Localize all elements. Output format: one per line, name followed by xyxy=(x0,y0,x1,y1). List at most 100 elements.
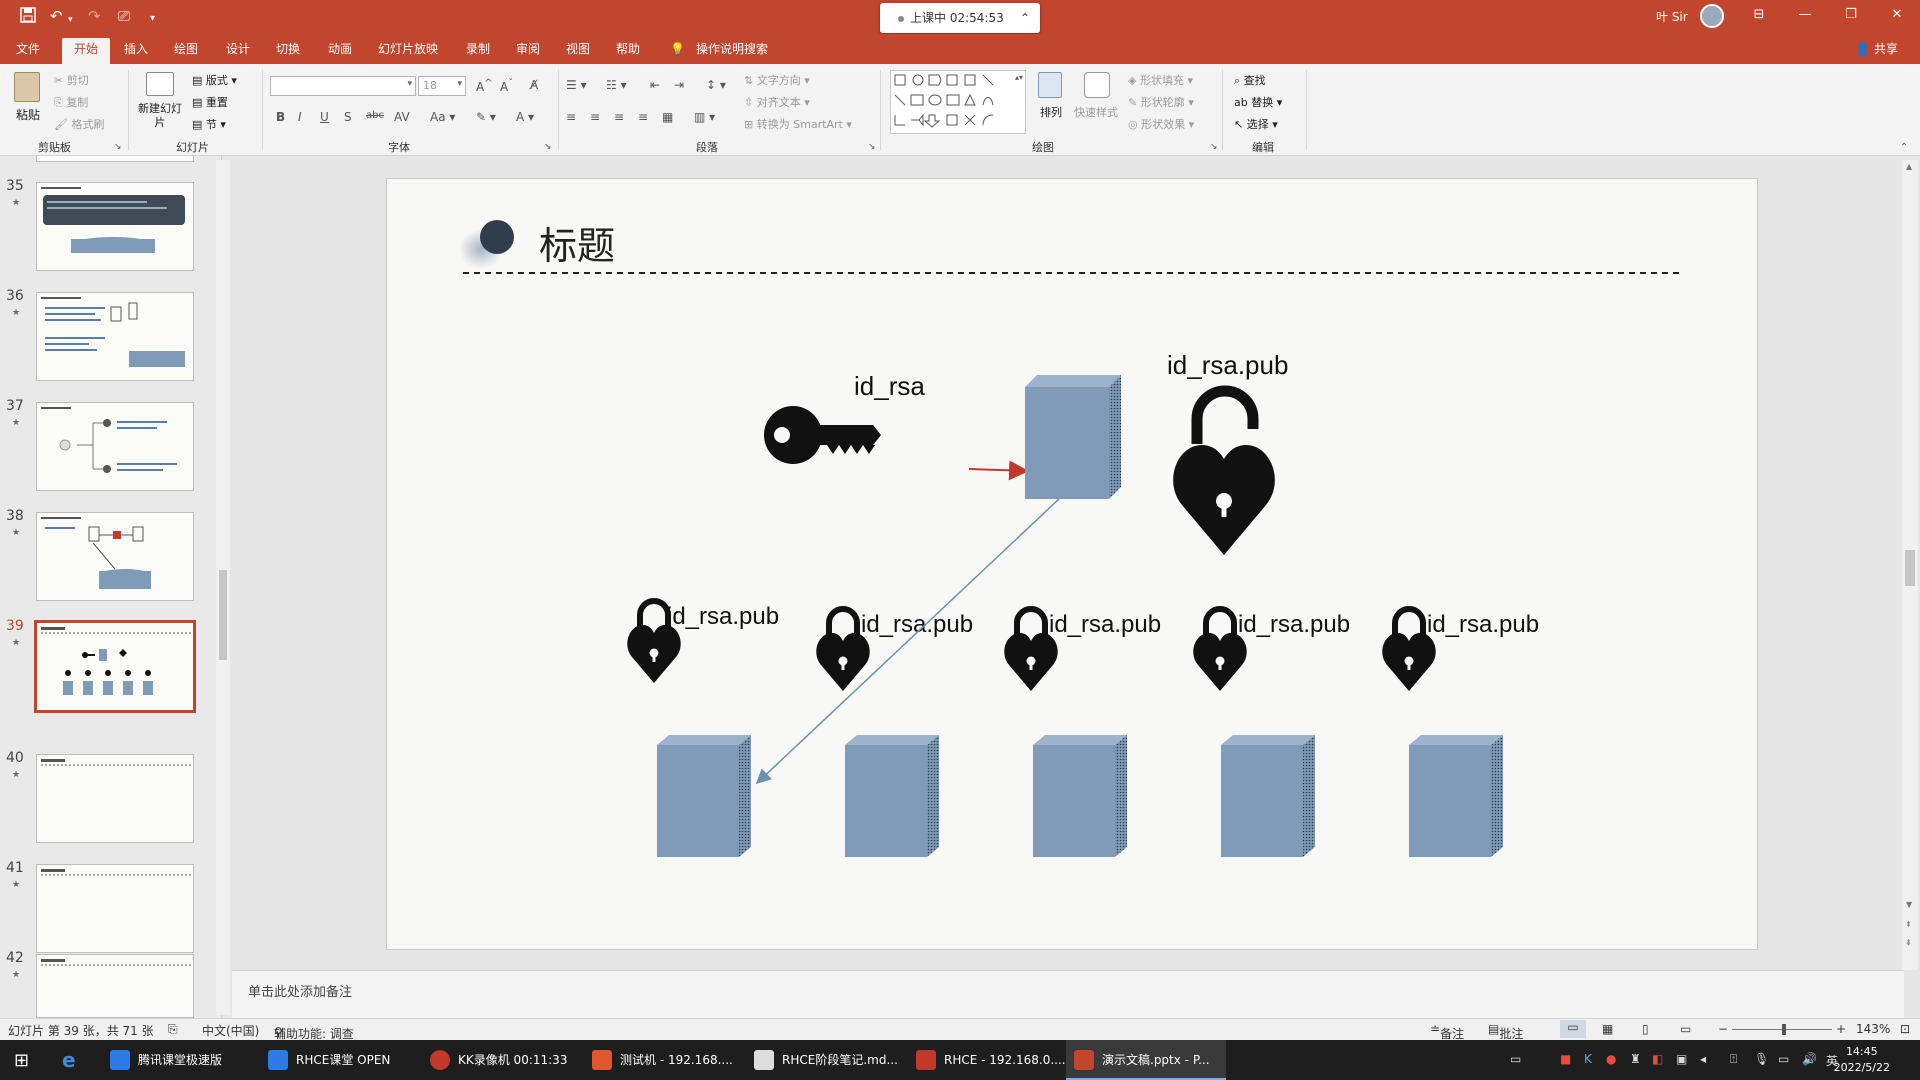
scrollbar-thumb[interactable] xyxy=(1905,550,1915,586)
zoom-in-icon[interactable]: + xyxy=(1836,1022,1846,1036)
align-text-button[interactable]: ⇳ 对齐文本 ▾ xyxy=(744,94,810,110)
tab-transitions[interactable]: 切换 xyxy=(276,40,300,58)
microphone-icon[interactable]: 🎙 xyxy=(1754,1052,1769,1066)
notification-icon[interactable]: ▭ xyxy=(1510,1052,1521,1066)
edge-browser-icon[interactable]: e xyxy=(62,1048,76,1072)
tab-help[interactable]: 帮助 xyxy=(616,40,640,58)
slide-thumbnail-35[interactable] xyxy=(36,182,194,271)
collapse-ribbon-icon[interactable]: ⌃ xyxy=(1900,142,1908,153)
undo-dropdown-icon[interactable]: ▾ xyxy=(68,11,73,29)
server-icon-3[interactable] xyxy=(1033,735,1127,857)
highlight-icon[interactable]: ✎ ▾ xyxy=(476,110,496,124)
editor-scrollbar[interactable]: ▲ ▼ ⇞ ⇟ xyxy=(1902,160,1918,970)
shrink-font-icon[interactable]: Aˇ xyxy=(500,78,513,94)
paste-label[interactable]: 粘贴 xyxy=(16,106,40,123)
language-status[interactable]: 中文(中国) xyxy=(202,1022,259,1039)
paste-icon[interactable] xyxy=(14,72,40,102)
dialog-launcher-icon[interactable]: ↘ xyxy=(114,142,122,152)
section-button[interactable]: ▤ 节 ▾ xyxy=(192,116,226,132)
chevron-down-icon[interactable]: ▾ xyxy=(457,79,462,89)
tab-home[interactable]: 开始 xyxy=(62,38,111,64)
usb-icon[interactable]: ⍐ xyxy=(1730,1052,1737,1067)
spellcheck-icon[interactable]: ⎘ xyxy=(168,1022,178,1037)
tray-lock-icon[interactable]: ♜ xyxy=(1630,1052,1641,1066)
tab-review[interactable]: 审阅 xyxy=(516,40,540,58)
text-direction-button[interactable]: ⇅ 文字方向 ▾ xyxy=(744,72,810,88)
zoom-level[interactable]: 143% xyxy=(1856,1022,1890,1036)
padlock-icon-4[interactable] xyxy=(1193,606,1247,691)
next-slide-icon[interactable]: ⇟ xyxy=(1905,938,1912,947)
tray-record-icon[interactable]: ● xyxy=(1606,1052,1616,1066)
server-icon-2[interactable] xyxy=(845,735,939,857)
padlock-icon-5[interactable] xyxy=(1382,606,1436,691)
slide-thumbnail-42[interactable] xyxy=(36,954,194,1018)
save-icon[interactable] xyxy=(20,7,36,27)
reset-button[interactable]: ▤ 重置 xyxy=(192,94,228,110)
share-button[interactable]: 👤 共享 xyxy=(1855,40,1898,57)
taskbar-item-powerpoint[interactable]: 演示文稿.pptx - P... xyxy=(1066,1040,1226,1080)
find-button[interactable]: ⌕ 查找 xyxy=(1234,72,1266,88)
comments-toggle[interactable]: ▤ 批注 xyxy=(1488,1022,1523,1041)
select-button[interactable]: ↖ 选择 ▾ xyxy=(1234,116,1278,132)
grow-font-icon[interactable]: A^ xyxy=(476,78,493,94)
new-slide-icon[interactable] xyxy=(146,72,174,96)
zoom-slider-thumb[interactable] xyxy=(1782,1024,1786,1035)
tab-file[interactable]: 文件 xyxy=(16,40,40,58)
server-icon-5[interactable] xyxy=(1409,735,1503,857)
slide-canvas[interactable]: 标题 id_rsa id_rsa.pub id_rsa.pub id_rsa.p… xyxy=(386,178,1758,950)
scrollbar-thumb[interactable] xyxy=(219,570,227,660)
server-icon-1[interactable] xyxy=(657,735,751,857)
distributed-icon[interactable]: ▦ xyxy=(662,110,673,124)
shape-effects-button[interactable]: ◎ 形状效果 ▾ xyxy=(1128,116,1194,132)
padlock-icon-1[interactable] xyxy=(627,598,681,683)
tray-app-icon[interactable]: ■ xyxy=(1560,1052,1571,1066)
quick-styles-icon[interactable] xyxy=(1084,72,1110,98)
convert-smartart-button[interactable]: ⊞ 转换为 SmartArt ▾ xyxy=(744,116,852,132)
align-center-icon[interactable]: ≡ xyxy=(590,110,600,124)
user-name[interactable]: 叶 Sir xyxy=(1656,8,1688,25)
shape-fill-button[interactable]: ◈ 形状填充 ▾ xyxy=(1128,72,1193,88)
taskbar-item-rhce-class[interactable]: RHCE课堂 OPEN xyxy=(260,1040,414,1080)
replace-button[interactable]: ab 替换 ▾ xyxy=(1234,94,1282,110)
encrypt-arrow[interactable] xyxy=(968,460,1029,481)
tell-me-search[interactable]: 操作说明搜索 xyxy=(696,40,768,58)
reading-view-icon[interactable]: ▯ xyxy=(1642,1022,1649,1036)
close-icon[interactable]: ✕ xyxy=(1874,0,1920,30)
previous-slide-icon[interactable]: ⇞ xyxy=(1905,920,1912,929)
font-name-field[interactable]: ▾ xyxy=(270,76,416,96)
columns-icon[interactable]: ▥ ▾ xyxy=(694,110,715,124)
windows-start-icon[interactable]: ⊞ xyxy=(14,1050,29,1071)
server-icon-top[interactable] xyxy=(1025,375,1121,499)
tab-slideshow[interactable]: 幻灯片放映 xyxy=(378,40,438,58)
taskbar-item-rhce-terminal[interactable]: RHCE - 192.168.0.... xyxy=(908,1040,1066,1080)
new-slide-label[interactable]: 新建幻灯片 xyxy=(136,102,184,130)
fit-slide-icon[interactable]: ⊡ xyxy=(1900,1022,1910,1036)
tray-k-icon[interactable]: K xyxy=(1584,1052,1592,1066)
zoom-out-icon[interactable]: − xyxy=(1718,1022,1728,1036)
quick-styles-label[interactable]: 快速样式 xyxy=(1074,104,1118,120)
slide-thumbnail-39[interactable] xyxy=(34,620,196,713)
network-icon[interactable]: ▭ xyxy=(1778,1052,1789,1066)
dialog-launcher-icon[interactable]: ↘ xyxy=(544,142,552,152)
arrange-icon[interactable] xyxy=(1038,72,1062,98)
slide-thumbnail-37[interactable] xyxy=(36,402,194,491)
decrease-indent-icon[interactable]: ⇤ xyxy=(650,78,660,92)
font-color-icon[interactable]: A ▾ xyxy=(516,110,534,124)
customize-toolbar-icon[interactable]: ▾ xyxy=(150,10,155,28)
change-case-icon[interactable]: Aa ▾ xyxy=(430,110,455,124)
dialog-launcher-icon[interactable]: ↘ xyxy=(1210,142,1218,152)
padlock-icon-3[interactable] xyxy=(1004,606,1058,691)
strikethrough-icon[interactable]: abc xyxy=(366,110,384,121)
arrange-label[interactable]: 排列 xyxy=(1040,104,1062,120)
taskbar-item-tencent-classroom[interactable]: 腾讯课堂极速版 xyxy=(102,1040,256,1080)
tab-insert[interactable]: 插入 xyxy=(124,40,148,58)
align-right-icon[interactable]: ≡ xyxy=(614,110,624,124)
key-icon[interactable] xyxy=(764,406,881,464)
numbering-icon[interactable]: ☷ ▾ xyxy=(606,78,627,92)
italic-icon[interactable]: I xyxy=(298,110,302,124)
open-padlock-icon[interactable] xyxy=(1173,385,1275,555)
tab-view[interactable]: 视图 xyxy=(566,40,590,58)
underline-icon[interactable]: U xyxy=(320,110,329,124)
slideshow-view-icon[interactable]: ▭ xyxy=(1680,1022,1691,1036)
font-size-field[interactable]: 18 ▾ xyxy=(418,76,466,96)
